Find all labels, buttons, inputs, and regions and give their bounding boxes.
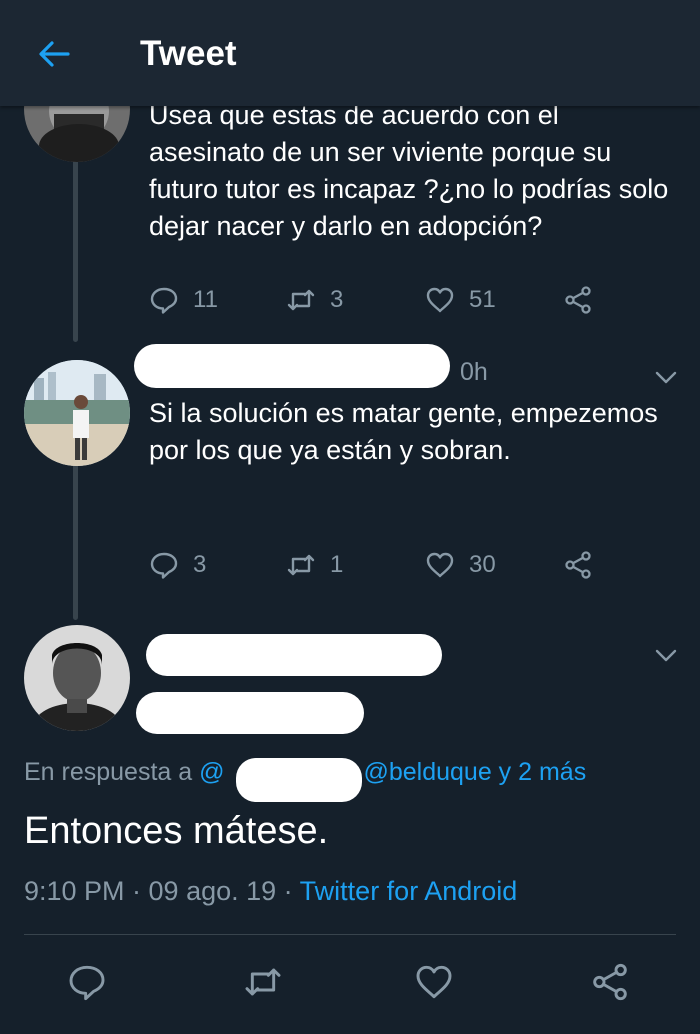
retweet-icon: [287, 554, 315, 576]
back-arrow-icon[interactable]: [36, 36, 72, 72]
main-tweet-actions: [0, 950, 700, 1020]
heart-icon: [426, 552, 454, 578]
retweet-icon: [287, 289, 315, 311]
like-button[interactable]: 30: [425, 545, 496, 585]
share-icon: [593, 963, 627, 1001]
share-button[interactable]: [563, 545, 593, 585]
reply-button[interactable]: 11: [149, 280, 218, 320]
mention-link[interactable]: @belduque y 2 más: [363, 758, 586, 786]
avatar[interactable]: [24, 625, 130, 731]
redacted-mention: [236, 758, 362, 802]
redacted-user-name: [146, 634, 442, 676]
like-count: 30: [469, 551, 496, 578]
reply-count: 11: [193, 286, 218, 313]
page-title: Tweet: [140, 34, 237, 73]
like-button[interactable]: 51: [425, 280, 496, 320]
retweet-button[interactable]: 3: [286, 280, 343, 320]
reply-count: 3: [193, 551, 207, 578]
share-icon: [565, 286, 591, 314]
retweet-icon: [245, 968, 281, 996]
tweet-time: 0h: [460, 358, 488, 386]
share-button[interactable]: [563, 280, 593, 320]
share-button[interactable]: [590, 962, 634, 1006]
thread-line: [73, 158, 78, 342]
retweet-button[interactable]: [243, 962, 287, 1006]
chevron-down-icon[interactable]: [652, 363, 680, 391]
like-button[interactable]: [414, 962, 458, 1006]
retweet-count: 3: [330, 286, 344, 313]
source-link[interactable]: Twitter for Android: [300, 876, 518, 906]
avatar[interactable]: [24, 360, 130, 466]
divider: [24, 934, 676, 935]
reply-icon: [150, 552, 178, 579]
redacted-user-name: [134, 344, 450, 388]
top-app-bar: Tweet: [0, 0, 700, 106]
share-icon: [565, 551, 591, 579]
retweet-button[interactable]: 1: [286, 545, 343, 585]
tweet-actions: 11 3 51: [149, 280, 609, 320]
tweet-timestamp: 9:10 PM · 09 ago. 19 · Twitter for Andro…: [24, 876, 517, 907]
chevron-down-icon[interactable]: [652, 641, 680, 669]
mention-link[interactable]: @: [199, 758, 224, 786]
like-count: 51: [469, 286, 496, 313]
reply-prefix: En respuesta a: [24, 758, 193, 786]
reply-button[interactable]: 3: [149, 545, 206, 585]
tweet-text: Si la solución es matar gente, empezemos…: [149, 398, 658, 465]
tweet-text: Usea que estas de acuerdo con el asesina…: [149, 100, 669, 241]
main-tweet-text: Entonces mátese.: [24, 810, 329, 852]
reply-icon: [150, 287, 178, 314]
heart-icon: [416, 965, 452, 999]
tweet-actions: 3 1 30: [149, 545, 609, 585]
reply-button[interactable]: [67, 962, 111, 1006]
reply-icon: [69, 965, 105, 1001]
thread-line: [73, 463, 78, 620]
heart-icon: [426, 287, 454, 313]
retweet-count: 1: [330, 551, 344, 578]
redacted-user-handle: [136, 692, 364, 734]
timestamp-text: 9:10 PM · 09 ago. 19 ·: [24, 876, 300, 906]
